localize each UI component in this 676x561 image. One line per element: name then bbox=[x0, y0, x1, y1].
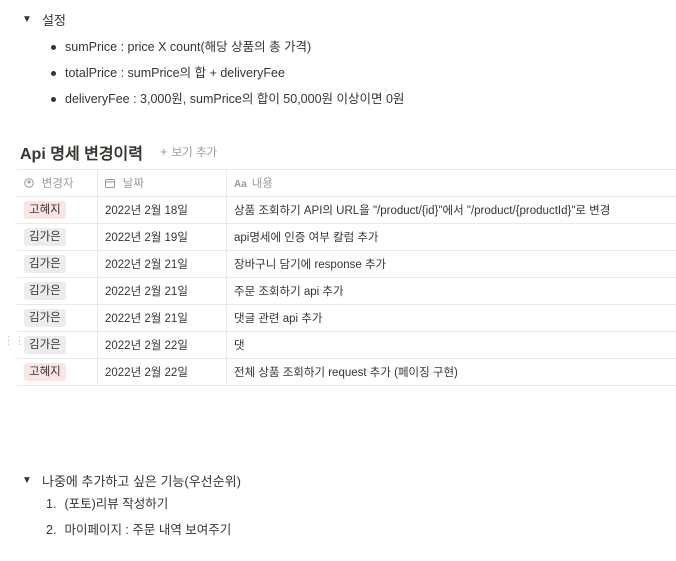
item-number: 2. bbox=[46, 523, 57, 537]
author-cell[interactable]: 고혜지 bbox=[17, 358, 98, 386]
future-toggle-label: 나중에 추가하고 싶은 기능(우선순위) bbox=[42, 474, 241, 489]
text-icon: Aa bbox=[234, 179, 247, 190]
future-features-list: 1. (포토)리뷰 작성하기 2. 마이페이지 : 주문 내역 보여주기 bbox=[46, 493, 231, 545]
content-cell[interactable]: 댓 bbox=[226, 331, 676, 359]
bullet-dot-icon bbox=[51, 70, 56, 76]
database-title[interactable]: Api 명세 변경이력 bbox=[20, 140, 143, 164]
author-cell[interactable]: 고혜지 bbox=[17, 196, 98, 224]
date-cell[interactable]: 2022년 2월 21일 bbox=[97, 250, 227, 278]
author-cell[interactable]: 김가은 bbox=[17, 331, 98, 359]
author-tag: 김가은 bbox=[24, 309, 66, 327]
add-view-button[interactable]: + 보기 추가 bbox=[160, 144, 217, 160]
author-tag: 고혜지 bbox=[24, 363, 66, 381]
future-features-toggle[interactable]: ▼ 나중에 추가하고 싶은 기능(우선순위) bbox=[22, 471, 241, 490]
table-row[interactable]: 김가은 2022년 2월 22일 댓 bbox=[17, 331, 676, 359]
add-view-label: 보기 추가 bbox=[171, 147, 218, 159]
table-header-row: 변경자 날짜 Aa 내용 bbox=[17, 169, 676, 197]
column-header-label: 변경자 bbox=[41, 178, 74, 190]
settings-toggle[interactable]: ▼ 설정 bbox=[22, 10, 66, 29]
table-row[interactable]: 김가은 2022년 2월 21일 주문 조회하기 api 추가 bbox=[17, 277, 676, 305]
date-cell[interactable]: 2022년 2월 18일 bbox=[97, 196, 227, 224]
calendar-icon bbox=[105, 179, 118, 190]
numbered-item: 2. 마이페이지 : 주문 내역 보여주기 bbox=[46, 519, 231, 545]
database-table: 변경자 날짜 Aa 내용 고혜지 2022년 2월 18일 상품 조회하기 API… bbox=[17, 169, 676, 386]
item-text: 마이페이지 : 주문 내역 보여주기 bbox=[64, 523, 232, 537]
item-number: 1. bbox=[46, 497, 57, 511]
author-tag: 김가은 bbox=[24, 255, 66, 273]
author-tag: 김가은 bbox=[24, 336, 66, 354]
item-text: (포토)리뷰 작성하기 bbox=[64, 497, 169, 511]
numbered-item: 1. (포토)리뷰 작성하기 bbox=[46, 493, 231, 519]
author-cell[interactable]: 김가은 bbox=[17, 304, 98, 332]
column-header-date[interactable]: 날짜 bbox=[97, 169, 227, 197]
settings-bullet-list: sumPrice : price X count(해당 상품의 총 가격) to… bbox=[44, 34, 404, 112]
bullet-text: sumPrice : price X count(해당 상품의 총 가격) bbox=[65, 40, 312, 54]
column-header-label: 날짜 bbox=[122, 178, 144, 190]
bullet-dot-icon bbox=[51, 44, 56, 50]
person-icon bbox=[24, 178, 37, 190]
content-cell[interactable]: 장바구니 담기에 response 추가 bbox=[226, 250, 676, 278]
plus-icon: + bbox=[160, 144, 168, 159]
table-row[interactable]: 김가은 2022년 2월 21일 장바구니 담기에 response 추가 bbox=[17, 250, 676, 278]
content-cell[interactable]: 전체 상품 조회하기 request 추가 (페이징 구현) bbox=[226, 358, 676, 386]
author-tag: 김가은 bbox=[24, 228, 66, 246]
date-cell[interactable]: 2022년 2월 22일 bbox=[97, 358, 227, 386]
bullet-text: totalPrice : sumPrice의 합 + deliveryFee bbox=[65, 66, 285, 80]
toggle-triangle-icon[interactable]: ▼ bbox=[22, 475, 36, 486]
table-row[interactable]: 김가은 2022년 2월 19일 api명세에 인증 여부 칼럼 추가 bbox=[17, 223, 676, 251]
table-row[interactable]: 고혜지 2022년 2월 18일 상품 조회하기 API의 URL을 "/pro… bbox=[17, 196, 676, 224]
bullet-item: totalPrice : sumPrice의 합 + deliveryFee bbox=[44, 60, 404, 86]
author-cell[interactable]: 김가은 bbox=[17, 277, 98, 305]
author-tag: 고혜지 bbox=[24, 201, 66, 219]
date-cell[interactable]: 2022년 2월 19일 bbox=[97, 223, 227, 251]
table-row[interactable]: 고혜지 2022년 2월 22일 전체 상품 조회하기 request 추가 (… bbox=[17, 358, 676, 386]
settings-toggle-label: 설정 bbox=[42, 13, 66, 28]
table-row[interactable]: 김가은 2022년 2월 21일 댓글 관련 api 추가 bbox=[17, 304, 676, 332]
author-cell[interactable]: 김가은 bbox=[17, 250, 98, 278]
content-cell[interactable]: 댓글 관련 api 추가 bbox=[226, 304, 676, 332]
content-cell[interactable]: 주문 조회하기 api 추가 bbox=[226, 277, 676, 305]
bullet-item: deliveryFee : 3,000원, sumPrice의 합이 50,00… bbox=[44, 86, 404, 112]
date-cell[interactable]: 2022년 2월 21일 bbox=[97, 277, 227, 305]
bullet-dot-icon bbox=[51, 96, 56, 102]
content-cell[interactable]: api명세에 인증 여부 칼럼 추가 bbox=[226, 223, 676, 251]
column-header-label: 내용 bbox=[251, 178, 273, 190]
content-cell[interactable]: 상품 조회하기 API의 URL을 "/product/{id}"에서 "/pr… bbox=[226, 196, 676, 224]
column-header-author[interactable]: 변경자 bbox=[17, 169, 98, 197]
author-tag: 김가은 bbox=[24, 282, 66, 300]
date-cell[interactable]: 2022년 2월 21일 bbox=[97, 304, 227, 332]
date-cell[interactable]: 2022년 2월 22일 bbox=[97, 331, 227, 359]
column-header-content[interactable]: Aa 내용 bbox=[226, 169, 676, 197]
bullet-text: deliveryFee : 3,000원, sumPrice의 합이 50,00… bbox=[65, 92, 405, 106]
bullet-item: sumPrice : price X count(해당 상품의 총 가격) bbox=[44, 34, 404, 60]
toggle-triangle-icon[interactable]: ▼ bbox=[22, 14, 36, 25]
author-cell[interactable]: 김가은 bbox=[17, 223, 98, 251]
